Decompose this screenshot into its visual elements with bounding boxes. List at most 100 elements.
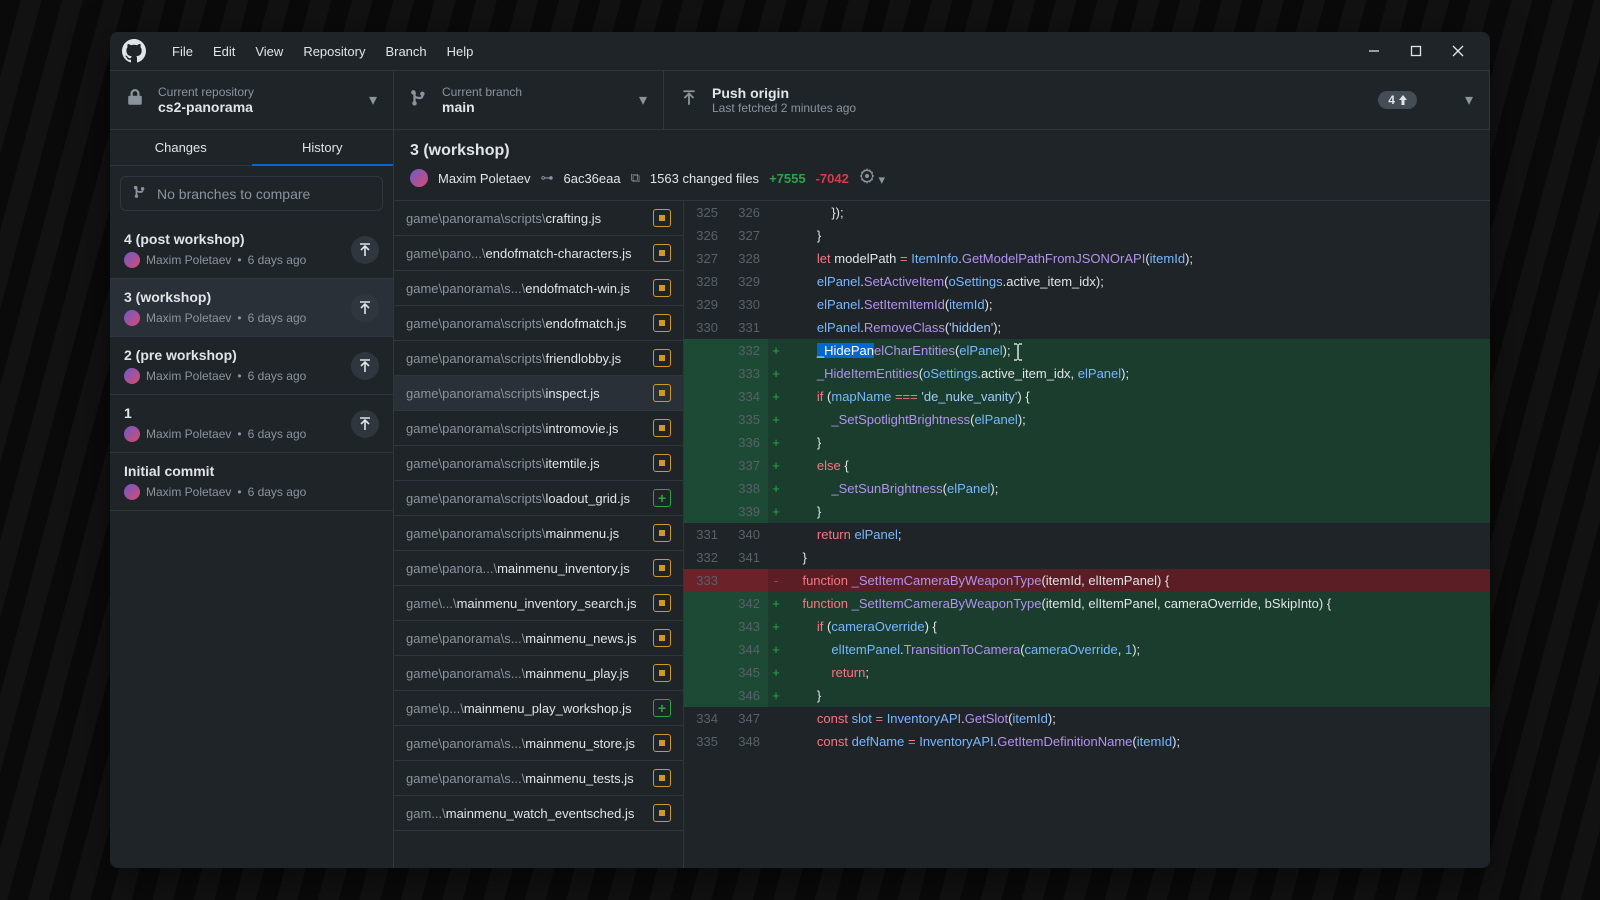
diff-line[interactable]: 339+ } (684, 500, 1490, 523)
author-avatar (124, 484, 140, 500)
file-item[interactable]: game\panorama\s...\mainmenu_store.js (394, 726, 683, 761)
file-item[interactable]: game\panorama\scripts\mainmenu.js (394, 516, 683, 551)
diff-line[interactable]: 329330 elPanel.SetItemItemId(itemId); (684, 293, 1490, 316)
file-item[interactable]: game\panorama\scripts\loadout_grid.js (394, 481, 683, 516)
diff-line[interactable]: 344+ elItemPanel.TransitionToCamera(came… (684, 638, 1490, 661)
diff-marker (768, 293, 784, 316)
push-origin-button[interactable]: Push origin Last fetched 2 minutes ago 4… (664, 71, 1490, 129)
diff-line[interactable]: 326327 } (684, 224, 1490, 247)
file-item[interactable]: game\panorama\scripts\itemtile.js (394, 446, 683, 481)
file-status-badge (653, 489, 671, 507)
menu-branch[interactable]: Branch (375, 44, 436, 59)
file-item[interactable]: game\panorama\scripts\endofmatch.js (394, 306, 683, 341)
new-line-number: 347 (726, 707, 768, 730)
code-content: } (784, 684, 1490, 707)
push-indicator-icon[interactable] (351, 410, 379, 438)
file-item[interactable]: game\panorama\s...\mainmenu_play.js (394, 656, 683, 691)
diff-area: game\panorama\scripts\crafting.jsgame\pa… (394, 201, 1490, 868)
diff-line[interactable]: 342+ function _SetItemCameraByWeaponType… (684, 592, 1490, 615)
commit-item[interactable]: Initial commit Maxim Poletaev • 6 days a… (110, 453, 393, 511)
file-item[interactable]: game\panorama\s...\mainmenu_tests.js (394, 761, 683, 796)
diff-line[interactable]: 337+ else { (684, 454, 1490, 477)
commit-time: 6 days ago (248, 253, 307, 267)
diff-line[interactable]: 336+ } (684, 431, 1490, 454)
file-status-badge (653, 734, 671, 752)
commit-item[interactable]: 2 (pre workshop) Maxim Poletaev • 6 days… (110, 337, 393, 395)
file-status-badge (653, 629, 671, 647)
commit-item-title: 1 (124, 405, 379, 421)
file-item[interactable]: game\...\mainmenu_inventory_search.js (394, 586, 683, 621)
diff-line[interactable]: 334347 const slot = InventoryAPI.GetSlot… (684, 707, 1490, 730)
diff-line[interactable]: 335+ _SetSpotlightBrightness(elPanel); (684, 408, 1490, 431)
close-button[interactable] (1446, 39, 1470, 63)
old-line-number: 327 (684, 247, 726, 270)
file-status-badge (653, 314, 671, 332)
menu-view[interactable]: View (245, 44, 293, 59)
diff-line[interactable]: 325326 }); (684, 201, 1490, 224)
push-indicator-icon[interactable] (351, 352, 379, 380)
push-indicator-icon[interactable] (351, 236, 379, 264)
diff-line[interactable]: 332341 } (684, 546, 1490, 569)
maximize-button[interactable] (1404, 39, 1428, 63)
settings-gear-icon[interactable]: ▾ (859, 168, 885, 188)
file-item[interactable]: game\panorama\scripts\inspect.js (394, 376, 683, 411)
code-content: function _SetItemCameraByWeaponType(item… (784, 569, 1490, 592)
diff-line[interactable]: 345+ return; (684, 661, 1490, 684)
commit-item[interactable]: 1 Maxim Poletaev • 6 days ago (110, 395, 393, 453)
tab-changes[interactable]: Changes (110, 130, 252, 166)
branch-selector[interactable]: Current branch main ▾ (394, 71, 664, 129)
new-line-number: 339 (726, 500, 768, 523)
minimize-button[interactable] (1362, 39, 1386, 63)
commit-item-title: 2 (pre workshop) (124, 347, 379, 363)
diff-line[interactable]: 334+ if (mapName === 'de_nuke_vanity') { (684, 385, 1490, 408)
file-item[interactable]: game\panorama\s...\endofmatch-win.js (394, 271, 683, 306)
menu-file[interactable]: File (162, 44, 203, 59)
file-item[interactable]: game\panorama\scripts\crafting.js (394, 201, 683, 236)
chevron-down-icon: ▾ (1465, 90, 1473, 110)
file-item[interactable]: game\p...\mainmenu_play_workshop.js (394, 691, 683, 726)
push-indicator-icon[interactable] (351, 294, 379, 322)
file-item[interactable]: game\panorama\scripts\intromovie.js (394, 411, 683, 446)
chevron-down-icon: ▾ (369, 90, 377, 110)
diff-line[interactable]: 338+ _SetSunBrightness(elPanel); (684, 477, 1490, 500)
diff-line[interactable]: 328329 elPanel.SetActiveItem(oSettings.a… (684, 270, 1490, 293)
new-line-number: 335 (726, 408, 768, 431)
old-line-number (684, 362, 726, 385)
file-path: game\panorama\s...\mainmenu_store.js (406, 736, 635, 751)
file-list[interactable]: game\panorama\scripts\crafting.jsgame\pa… (394, 201, 684, 868)
commit-item[interactable]: 3 (workshop) Maxim Poletaev • 6 days ago (110, 279, 393, 337)
diff-line[interactable]: 331340 return elPanel; (684, 523, 1490, 546)
code-content: }); (784, 201, 1490, 224)
diff-marker: + (768, 408, 784, 431)
diff-marker: + (768, 500, 784, 523)
new-line-number: 328 (726, 247, 768, 270)
file-item[interactable]: game\panorama\scripts\friendlobby.js (394, 341, 683, 376)
diff-line[interactable]: 346+ } (684, 684, 1490, 707)
diff-line[interactable]: 330331 elPanel.RemoveClass('hidden'); (684, 316, 1490, 339)
compare-branches-input[interactable]: No branches to compare (120, 176, 383, 211)
commit-list[interactable]: 4 (post workshop) Maxim Poletaev • 6 day… (110, 221, 393, 868)
commit-item[interactable]: 4 (post workshop) Maxim Poletaev • 6 day… (110, 221, 393, 279)
diff-view[interactable]: 325326 });326327 }327328 let modelPath =… (684, 201, 1490, 868)
push-fetched: Last fetched 2 minutes ago (712, 101, 1378, 115)
commit-author: Maxim Poletaev (146, 311, 231, 325)
new-line-number: 332 (726, 339, 768, 362)
menu-help[interactable]: Help (437, 44, 484, 59)
diff-line[interactable]: 333+ _HideItemEntities(oSettings.active_… (684, 362, 1490, 385)
menu-edit[interactable]: Edit (203, 44, 245, 59)
file-item[interactable]: gam...\mainmenu_watch_eventsched.js (394, 796, 683, 831)
diff-line[interactable]: 327328 let modelPath = ItemInfo.GetModel… (684, 247, 1490, 270)
menu-repository[interactable]: Repository (293, 44, 375, 59)
diff-line[interactable]: 343+ if (cameraOverride) { (684, 615, 1490, 638)
commit-item-title: Initial commit (124, 463, 379, 479)
file-item[interactable]: game\pano...\endofmatch-characters.js (394, 236, 683, 271)
file-item[interactable]: game\panora...\mainmenu_inventory.js (394, 551, 683, 586)
diff-line[interactable]: 332+ _HidePanelCharEntities(elPanel); (684, 339, 1490, 362)
repo-selector[interactable]: Current repository cs2-panorama ▾ (110, 71, 394, 129)
file-item[interactable]: game\panorama\s...\mainmenu_news.js (394, 621, 683, 656)
file-path: game\panorama\scripts\intromovie.js (406, 421, 618, 436)
file-status-badge (653, 349, 671, 367)
tab-history[interactable]: History (252, 130, 394, 166)
diff-line[interactable]: 333- function _SetItemCameraByWeaponType… (684, 569, 1490, 592)
diff-line[interactable]: 335348 const defName = InventoryAPI.GetI… (684, 730, 1490, 753)
